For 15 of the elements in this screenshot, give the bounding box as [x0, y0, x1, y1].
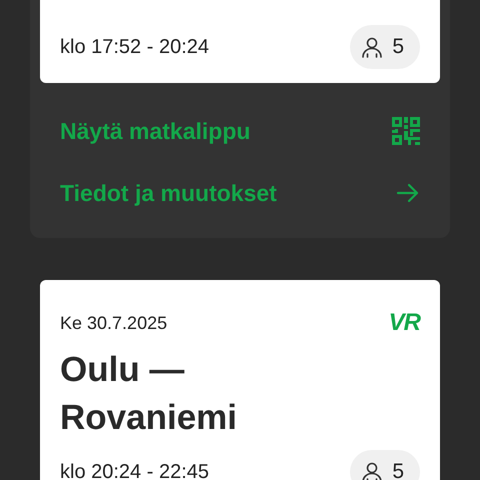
route-title: Oulu — Rovaniemi: [60, 349, 238, 439]
trip-time: klo 17:52 - 20:24: [60, 36, 209, 58]
arrow-right-icon: [396, 181, 420, 205]
passenger-number: 5: [392, 35, 404, 59]
person-icon: [360, 460, 384, 480]
trip-link[interactable]: Näytä matkalippu: [40, 100, 440, 162]
trip-date: Ke 30.7.2025: [60, 312, 168, 334]
passenger-number: 5: [392, 460, 404, 480]
trip-time: klo 20:24 - 22:45: [60, 460, 209, 480]
trip-card[interactable]: klo 17:52 - 20:24 5: [40, 0, 440, 83]
person-icon: [360, 35, 384, 59]
trip-link[interactable]: Tiedot ja muutokset: [40, 162, 440, 224]
trip-card[interactable]: Ke 30.7.2025 VR Oulu — Rovaniemi klo 20:24 - 22:45 5: [40, 280, 440, 480]
qr-code-icon: [392, 117, 420, 145]
logo: VR: [388, 309, 420, 337]
